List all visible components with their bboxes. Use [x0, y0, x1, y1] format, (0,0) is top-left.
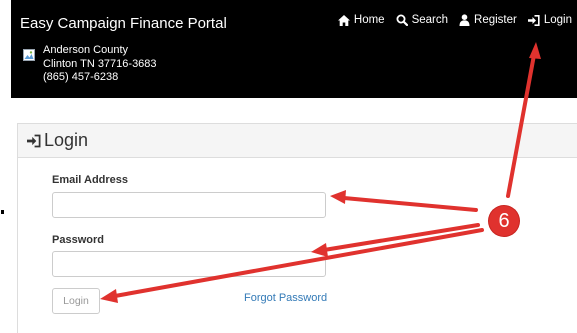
- nav-search[interactable]: Search: [396, 14, 448, 26]
- nav-login[interactable]: Login: [527, 14, 572, 26]
- password-field[interactable]: [52, 251, 326, 277]
- password-label: Password: [52, 234, 104, 246]
- email-label: Email Address: [52, 174, 129, 186]
- search-icon: [396, 14, 408, 26]
- app-frame: Easy Campaign Finance Portal Home Search…: [11, 0, 577, 333]
- step-marker: 6: [489, 206, 519, 236]
- org-name: Anderson County: [43, 44, 128, 56]
- nav-login-label: Login: [543, 14, 572, 26]
- org-address: Clinton TN 37716-3683: [43, 57, 157, 70]
- home-icon: [337, 14, 350, 26]
- header-bar: Easy Campaign Finance Portal Home Search…: [11, 0, 577, 98]
- site-title[interactable]: Easy Campaign Finance Portal: [20, 15, 227, 32]
- email-field[interactable]: [52, 192, 326, 218]
- nav-register-label: Register: [474, 14, 517, 26]
- nav-home-label: Home: [353, 14, 385, 26]
- user-icon: [459, 14, 470, 26]
- nav-home[interactable]: Home: [337, 14, 385, 26]
- nav-register[interactable]: Register: [459, 14, 517, 26]
- login-button[interactable]: Login: [52, 288, 100, 314]
- login-panel-heading: Login: [18, 124, 577, 158]
- top-nav: Home Search Register Login: [337, 14, 572, 26]
- login-panel-title: Login: [44, 130, 89, 150]
- login-icon: [527, 14, 540, 26]
- org-phone: (865) 457-6238: [43, 71, 119, 83]
- broken-image-icon: [23, 49, 35, 61]
- window-edge-mark: [1, 210, 4, 214]
- org-info: Anderson County Clinton TN 37716-3683 (8…: [43, 44, 157, 85]
- login-icon: [27, 134, 41, 147]
- forgot-password-link[interactable]: Forgot Password: [244, 292, 327, 304]
- nav-search-label: Search: [411, 14, 449, 26]
